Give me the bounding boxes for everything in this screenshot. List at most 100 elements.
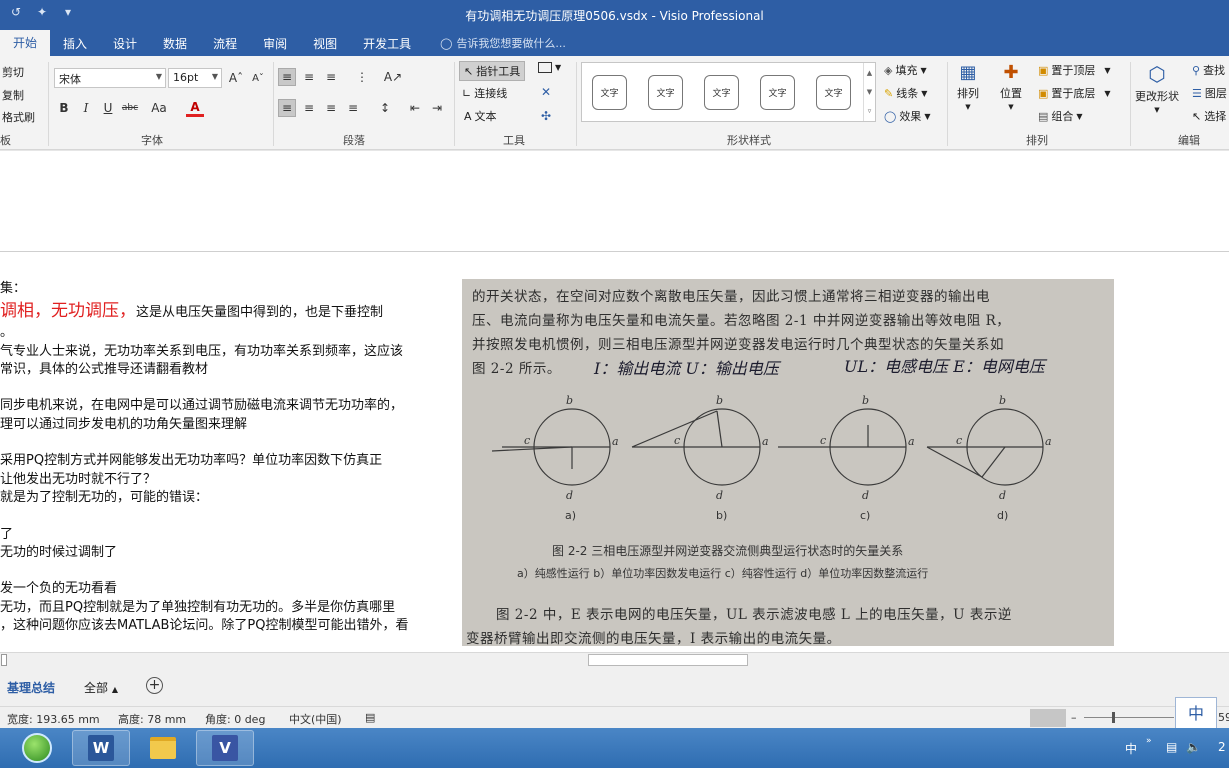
note-line: 了 <box>0 526 14 542</box>
zoom-out-button[interactable]: – <box>1071 711 1077 724</box>
align-left-icon[interactable]: ≡ <box>278 99 296 117</box>
position-button[interactable]: ✚ 位置 ▼ <box>1000 62 1022 111</box>
chevron-up-icon[interactable]: ▲ <box>867 69 872 77</box>
chevron-down-icon: ▼ <box>211 72 218 81</box>
align-middle-icon[interactable]: ≡ <box>300 68 318 86</box>
layers-button[interactable]: ☰ 图层 <box>1192 85 1227 101</box>
underline-button[interactable]: U <box>99 99 117 117</box>
font-name-combo[interactable]: 宋体 ▼ <box>54 68 166 88</box>
font-size-combo[interactable]: 16pt ▼ <box>168 68 222 88</box>
font-color-button[interactable]: A <box>186 99 204 117</box>
tab-process[interactable]: 流程 <box>200 32 250 56</box>
more-icon[interactable]: ▿ <box>868 107 872 115</box>
add-page-button[interactable]: + <box>146 677 163 694</box>
select-button[interactable]: ↖ 选择 <box>1192 108 1226 124</box>
change-shape-button[interactable]: ⬡ 更改形状 ▼ <box>1135 62 1179 114</box>
taskbar-word[interactable]: W <box>72 730 130 766</box>
group-divider <box>947 62 948 146</box>
grow-font-icon[interactable]: Aˆ <box>227 69 245 87</box>
increase-indent-icon[interactable]: ⇥ <box>428 99 446 117</box>
text-direction-icon[interactable]: A↗ <box>384 68 402 86</box>
paint-bucket-icon: ◈ <box>884 63 893 77</box>
gallery-scrollbar[interactable]: ▲ ▼ ▿ <box>863 63 875 121</box>
volume-icon[interactable]: 🔈 <box>1186 740 1201 754</box>
find-button[interactable]: ⚲ 查找 <box>1192 62 1225 78</box>
chevron-down-icon: ▼ <box>921 88 928 98</box>
status-height[interactable]: 高度: 78 mm <box>118 711 186 727</box>
start-button[interactable] <box>8 730 66 766</box>
status-width[interactable]: 宽度: 193.65 mm <box>7 711 100 727</box>
textbook-photo[interactable]: 的开关状态，在空间对应数个离散电压矢量，因此习惯上通常将三相逆变器的输出电 压、… <box>462 279 1114 646</box>
zoom-level[interactable]: 59 <box>1218 711 1229 724</box>
tab-design[interactable]: 设计 <box>100 32 150 56</box>
taskbar-explorer[interactable] <box>134 730 192 766</box>
fill-button[interactable]: ◈ 填充 ▼ <box>884 62 927 78</box>
justify-icon[interactable]: ≡ <box>344 99 362 117</box>
tab-home[interactable]: 开始 <box>0 30 51 56</box>
figure-caption: 图 2-2 三相电压源型并网逆变器交流侧典型运行状态时的矢量关系 <box>552 544 904 558</box>
tray-ime[interactable]: 中 <box>1125 740 1137 757</box>
status-language[interactable]: 中文(中国) <box>289 711 342 727</box>
style-preset[interactable]: 文字 <box>760 75 795 110</box>
align-bottom-icon[interactable]: ≡ <box>322 68 340 86</box>
zoom-slider[interactable] <box>1084 717 1174 718</box>
tab-insert[interactable]: 插入 <box>50 32 100 56</box>
arrange-button[interactable]: ▦ 排列 ▼ <box>957 62 979 111</box>
scrollbar-thumb[interactable] <box>588 654 748 666</box>
change-case-button[interactable]: Aa <box>146 99 172 117</box>
diagram-label-a: a) <box>565 509 577 522</box>
taskbar-visio[interactable]: V <box>196 730 254 766</box>
scroll-left-button[interactable] <box>1 654 7 666</box>
network-icon[interactable]: ▤ <box>1166 740 1177 754</box>
format-painter-button[interactable]: 格式刷 <box>2 109 35 125</box>
bring-to-front-button[interactable]: ▣ 置于顶层 ▼ <box>1038 62 1111 78</box>
style-preset[interactable]: 文字 <box>648 75 683 110</box>
close-icon[interactable]: ✕ <box>537 83 555 101</box>
group-button[interactable]: ▤ 组合 ▼ <box>1038 108 1083 124</box>
rectangle-tool-button[interactable]: ▼ <box>538 62 561 73</box>
text-tool-button[interactable]: A 文本 <box>464 108 497 124</box>
send-to-back-button[interactable]: ▣ 置于底层 ▼ <box>1038 85 1111 101</box>
tab-developer[interactable]: 开发工具 <box>350 32 424 56</box>
status-angle[interactable]: 角度: 0 deg <box>205 711 265 727</box>
strikethrough-button[interactable]: abc <box>121 99 139 117</box>
page-tab-active[interactable]: 基理总结 <box>7 679 55 696</box>
copy-button[interactable]: 复制 <box>2 87 24 103</box>
presentation-mode-button[interactable] <box>1030 709 1066 727</box>
align-top-icon[interactable]: ≡ <box>278 68 296 86</box>
line-button[interactable]: ✎ 线条 ▼ <box>884 85 927 101</box>
line-spacing-icon[interactable]: ↕ <box>376 99 394 117</box>
ime-indicator[interactable]: 中 <box>1175 697 1217 731</box>
zoom-slider-thumb[interactable] <box>1112 712 1115 723</box>
style-preset[interactable]: 文字 <box>592 75 627 110</box>
shrink-font-icon[interactable]: Aˇ <box>249 69 267 87</box>
horizontal-scrollbar[interactable] <box>0 652 1229 666</box>
bullets-icon[interactable]: ⋮ <box>353 68 371 86</box>
tab-view[interactable]: 视图 <box>300 32 350 56</box>
style-preset[interactable]: 文字 <box>816 75 851 110</box>
italic-button[interactable]: I <box>77 99 95 117</box>
tray-expand-icon[interactable]: » <box>1146 736 1152 746</box>
effects-button[interactable]: ◯ 效果 ▼ <box>884 108 930 124</box>
drawing-canvas[interactable]: 集： 调相，无功调压，这是从电压矢量图中得到的，也是下垂控制 。 气专业人士来说… <box>0 252 1229 652</box>
align-center-icon[interactable]: ≡ <box>300 99 318 117</box>
pointer-tool-button[interactable]: ↖ 指针工具 <box>459 61 526 81</box>
connection-point-icon[interactable]: ✣ <box>537 107 555 125</box>
cut-button[interactable]: 剪切 <box>2 64 24 80</box>
tell-me-box[interactable]: ◯ 告诉我您想要做什么... <box>440 32 566 56</box>
connector-tool-label: 连接线 <box>474 87 508 100</box>
note-heading-line: 调相，无功调压，这是从电压矢量图中得到的，也是下垂控制 <box>0 298 455 324</box>
notes-textbox[interactable]: 集： 调相，无功调压，这是从电压矢量图中得到的，也是下垂控制 。 气专业人士来说… <box>0 280 455 635</box>
connector-tool-button[interactable]: ∟ 连接线 <box>462 85 507 101</box>
tab-review[interactable]: 审阅 <box>250 32 300 56</box>
style-preset[interactable]: 文字 <box>704 75 739 110</box>
chevron-down-icon[interactable]: ▼ <box>867 88 872 96</box>
align-right-icon[interactable]: ≡ <box>322 99 340 117</box>
tab-data[interactable]: 数据 <box>150 32 200 56</box>
tray-clock[interactable]: 2 <box>1218 740 1226 754</box>
all-pages-button[interactable]: 全部 ▲ <box>84 679 118 696</box>
bold-button[interactable]: B <box>55 99 73 117</box>
macro-icon[interactable]: ▤ <box>365 711 375 724</box>
change-shape-label: 更改形状 <box>1135 90 1179 103</box>
decrease-indent-icon[interactable]: ⇤ <box>406 99 424 117</box>
